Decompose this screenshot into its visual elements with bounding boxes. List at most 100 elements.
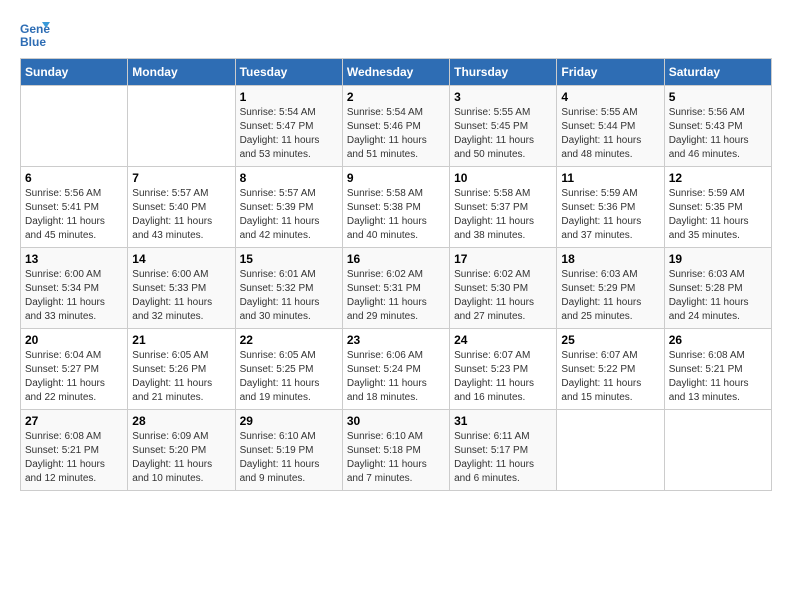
calendar-cell: 31 Sunrise: 6:11 AM Sunset: 5:17 PM Dayli… [450, 410, 557, 491]
day-info: Sunrise: 6:07 AM Sunset: 5:22 PM Dayligh… [561, 349, 659, 405]
day-info: Sunrise: 5:55 AM Sunset: 5:45 PM Dayligh… [454, 106, 552, 162]
logo: General Blue [20, 20, 54, 48]
svg-text:Blue: Blue [20, 35, 46, 48]
day-info: Sunrise: 5:59 AM Sunset: 5:36 PM Dayligh… [561, 187, 659, 243]
day-number: 12 [669, 171, 767, 185]
day-number: 15 [240, 252, 338, 266]
day-info: Sunrise: 6:11 AM Sunset: 5:17 PM Dayligh… [454, 430, 552, 486]
day-info: Sunrise: 6:10 AM Sunset: 5:18 PM Dayligh… [347, 430, 445, 486]
calendar-cell: 18 Sunrise: 6:03 AM Sunset: 5:29 PM Dayli… [557, 248, 664, 329]
calendar-cell: 3 Sunrise: 5:55 AM Sunset: 5:45 PM Daylig… [450, 86, 557, 167]
day-number: 20 [25, 333, 123, 347]
day-info: Sunrise: 5:58 AM Sunset: 5:38 PM Dayligh… [347, 187, 445, 243]
day-info: Sunrise: 5:58 AM Sunset: 5:37 PM Dayligh… [454, 187, 552, 243]
day-number: 10 [454, 171, 552, 185]
day-info: Sunrise: 6:09 AM Sunset: 5:20 PM Dayligh… [132, 430, 230, 486]
day-info: Sunrise: 5:57 AM Sunset: 5:39 PM Dayligh… [240, 187, 338, 243]
day-info: Sunrise: 6:02 AM Sunset: 5:30 PM Dayligh… [454, 268, 552, 324]
day-header: Monday [128, 59, 235, 86]
calendar-cell: 14Sunrise: 6:00 AM Sunset: 5:33 PM Dayli… [128, 248, 235, 329]
day-info: Sunrise: 5:57 AM Sunset: 5:40 PM Dayligh… [132, 187, 230, 243]
day-number: 28 [132, 414, 230, 428]
calendar-week-row: 27 Sunrise: 6:08 AM Sunset: 5:21 PM Dayli… [21, 410, 772, 491]
day-number: 17 [454, 252, 552, 266]
day-info: Sunrise: 6:00 AM Sunset: 5:33 PM Dayligh… [132, 268, 230, 324]
day-number: 3 [454, 90, 552, 104]
calendar-cell: 25 Sunrise: 6:07 AM Sunset: 5:22 PM Dayli… [557, 329, 664, 410]
calendar-cell: 4 Sunrise: 5:55 AM Sunset: 5:44 PM Daylig… [557, 86, 664, 167]
calendar-week-row: 20 Sunrise: 6:04 AM Sunset: 5:27 PM Dayli… [21, 329, 772, 410]
day-number: 5 [669, 90, 767, 104]
day-number: 8 [240, 171, 338, 185]
day-number: 7 [132, 171, 230, 185]
day-info: Sunrise: 5:56 AM Sunset: 5:43 PM Dayligh… [669, 106, 767, 162]
day-info: Sunrise: 6:08 AM Sunset: 5:21 PM Dayligh… [25, 430, 123, 486]
day-number: 25 [561, 333, 659, 347]
day-number: 9 [347, 171, 445, 185]
calendar-cell: 12Sunrise: 5:59 AM Sunset: 5:35 PM Dayli… [664, 167, 771, 248]
calendar-cell: 20 Sunrise: 6:04 AM Sunset: 5:27 PM Dayli… [21, 329, 128, 410]
day-number: 18 [561, 252, 659, 266]
day-info: Sunrise: 6:05 AM Sunset: 5:26 PM Dayligh… [132, 349, 230, 405]
calendar-cell: 30Sunrise: 6:10 AM Sunset: 5:18 PM Dayli… [342, 410, 449, 491]
calendar-cell [557, 410, 664, 491]
day-header: Thursday [450, 59, 557, 86]
calendar-cell: 10 Sunrise: 5:58 AM Sunset: 5:37 PM Dayli… [450, 167, 557, 248]
day-number: 21 [132, 333, 230, 347]
calendar-cell: 13Sunrise: 6:00 AM Sunset: 5:34 PM Dayli… [21, 248, 128, 329]
day-header: Saturday [664, 59, 771, 86]
day-number: 29 [240, 414, 338, 428]
day-info: Sunrise: 5:55 AM Sunset: 5:44 PM Dayligh… [561, 106, 659, 162]
calendar-cell: 7 Sunrise: 5:57 AM Sunset: 5:40 PM Daylig… [128, 167, 235, 248]
calendar-cell: 2Sunrise: 5:54 AM Sunset: 5:46 PM Daylig… [342, 86, 449, 167]
calendar-table: SundayMondayTuesdayWednesdayThursdayFrid… [20, 58, 772, 491]
logo-icon: General Blue [20, 20, 50, 48]
day-info: Sunrise: 5:54 AM Sunset: 5:46 PM Dayligh… [347, 106, 445, 162]
day-number: 4 [561, 90, 659, 104]
day-number: 11 [561, 171, 659, 185]
calendar-cell: 26 Sunrise: 6:08 AM Sunset: 5:21 PM Dayli… [664, 329, 771, 410]
day-number: 27 [25, 414, 123, 428]
calendar-cell: 9 Sunrise: 5:58 AM Sunset: 5:38 PM Daylig… [342, 167, 449, 248]
calendar-cell: 8 Sunrise: 5:57 AM Sunset: 5:39 PM Daylig… [235, 167, 342, 248]
calendar-cell: 1Sunrise: 5:54 AM Sunset: 5:47 PM Daylig… [235, 86, 342, 167]
calendar-cell: 23Sunrise: 6:06 AM Sunset: 5:24 PM Dayli… [342, 329, 449, 410]
calendar-header-row: SundayMondayTuesdayWednesdayThursdayFrid… [21, 59, 772, 86]
day-info: Sunrise: 6:01 AM Sunset: 5:32 PM Dayligh… [240, 268, 338, 324]
calendar-cell: 24 Sunrise: 6:07 AM Sunset: 5:23 PM Dayli… [450, 329, 557, 410]
day-info: Sunrise: 6:02 AM Sunset: 5:31 PM Dayligh… [347, 268, 445, 324]
calendar-week-row: 13Sunrise: 6:00 AM Sunset: 5:34 PM Dayli… [21, 248, 772, 329]
day-info: Sunrise: 6:04 AM Sunset: 5:27 PM Dayligh… [25, 349, 123, 405]
day-info: Sunrise: 6:03 AM Sunset: 5:28 PM Dayligh… [669, 268, 767, 324]
day-info: Sunrise: 6:03 AM Sunset: 5:29 PM Dayligh… [561, 268, 659, 324]
day-info: Sunrise: 5:54 AM Sunset: 5:47 PM Dayligh… [240, 106, 338, 162]
calendar-cell [664, 410, 771, 491]
day-info: Sunrise: 6:10 AM Sunset: 5:19 PM Dayligh… [240, 430, 338, 486]
day-number: 6 [25, 171, 123, 185]
day-number: 24 [454, 333, 552, 347]
calendar-cell: 27 Sunrise: 6:08 AM Sunset: 5:21 PM Dayli… [21, 410, 128, 491]
day-header: Friday [557, 59, 664, 86]
calendar-cell: 11 Sunrise: 5:59 AM Sunset: 5:36 PM Dayli… [557, 167, 664, 248]
day-info: Sunrise: 5:56 AM Sunset: 5:41 PM Dayligh… [25, 187, 123, 243]
page-header: General Blue [20, 20, 772, 48]
day-number: 26 [669, 333, 767, 347]
calendar-body: 1Sunrise: 5:54 AM Sunset: 5:47 PM Daylig… [21, 86, 772, 491]
day-number: 16 [347, 252, 445, 266]
day-info: Sunrise: 6:07 AM Sunset: 5:23 PM Dayligh… [454, 349, 552, 405]
day-info: Sunrise: 6:00 AM Sunset: 5:34 PM Dayligh… [25, 268, 123, 324]
calendar-cell: 17 Sunrise: 6:02 AM Sunset: 5:30 PM Dayli… [450, 248, 557, 329]
day-number: 31 [454, 414, 552, 428]
calendar-cell: 16 Sunrise: 6:02 AM Sunset: 5:31 PM Dayli… [342, 248, 449, 329]
calendar-cell [21, 86, 128, 167]
calendar-cell: 15 Sunrise: 6:01 AM Sunset: 5:32 PM Dayli… [235, 248, 342, 329]
day-info: Sunrise: 6:05 AM Sunset: 5:25 PM Dayligh… [240, 349, 338, 405]
day-info: Sunrise: 6:08 AM Sunset: 5:21 PM Dayligh… [669, 349, 767, 405]
day-number: 23 [347, 333, 445, 347]
calendar-cell: 19 Sunrise: 6:03 AM Sunset: 5:28 PM Dayli… [664, 248, 771, 329]
day-number: 19 [669, 252, 767, 266]
day-header: Tuesday [235, 59, 342, 86]
calendar-cell: 6 Sunrise: 5:56 AM Sunset: 5:41 PM Daylig… [21, 167, 128, 248]
day-number: 22 [240, 333, 338, 347]
calendar-cell: 22 Sunrise: 6:05 AM Sunset: 5:25 PM Dayli… [235, 329, 342, 410]
